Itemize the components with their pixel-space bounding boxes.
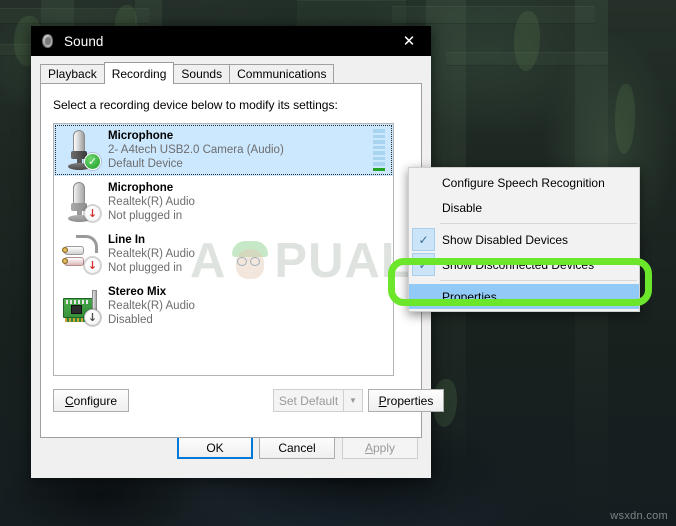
tab-sounds[interactable]: Sounds (173, 64, 231, 83)
device-list-item-stereo-mix[interactable]: ↓ Stereo Mix Realtek(R) Audio Disabled (54, 280, 393, 332)
checkmark-icon: ✓ (412, 228, 435, 251)
device-status: Default Device (108, 158, 183, 170)
device-driver: Realtek(R) Audio (108, 248, 195, 260)
properties-button-label-rest: roperties (386, 393, 434, 408)
device-name: Stereo Mix (108, 286, 167, 298)
menu-separator (440, 223, 637, 224)
configure-accel: C (64, 393, 74, 408)
device-driver: 2- A4tech USB2.0 Camera (Audio) (108, 144, 284, 156)
device-name: Microphone (108, 182, 174, 194)
menu-item-label: Show Disconnected Devices (442, 257, 595, 272)
checkmark-icon: ✓ (412, 253, 435, 276)
instruction-text: Select a recording device below to modif… (53, 98, 338, 112)
device-status: Not plugged in (108, 262, 183, 274)
tab-communications[interactable]: Communications (229, 64, 335, 83)
tab-playback[interactable]: Playback (40, 64, 105, 83)
tab-strip: Playback Recording Sounds Communications (40, 62, 431, 84)
context-menu: Configure Speech Recognition Disable ✓ S… (408, 167, 640, 312)
menu-item-disable[interactable]: Disable (409, 195, 639, 220)
device-driver: Realtek(R) Audio (108, 196, 195, 208)
close-icon[interactable]: ✕ (387, 26, 431, 56)
down-arrow-red-badge: ↓ (84, 257, 101, 274)
menu-item-label: Configure Speech Recognition (442, 175, 605, 190)
device-list[interactable]: ✓ Microphone 2- A4tech USB2.0 Camera (Au… (53, 123, 394, 376)
microphone-icon: ↓ (60, 180, 102, 224)
apply-accel: A (364, 440, 373, 455)
ok-button[interactable]: OK (177, 436, 253, 459)
set-default-button: Set Default (273, 389, 344, 412)
properties-accel: P (378, 393, 387, 408)
recording-tab-panel: Select a recording device below to modif… (40, 83, 444, 438)
device-list-item-microphone-realtek[interactable]: ↓ Microphone Realtek(R) Audio Not plugge… (54, 176, 393, 228)
configure-button[interactable]: Configure (53, 389, 129, 412)
menu-item-properties[interactable]: Properties (409, 284, 639, 309)
down-arrow-gray-badge: ↓ (84, 309, 101, 326)
device-list-item-microphone-usb[interactable]: ✓ Microphone 2- A4tech USB2.0 Camera (Au… (54, 124, 393, 176)
set-default-group[interactable]: Set Default ▼ (273, 389, 363, 412)
pci-card-icon: ↓ (60, 284, 102, 328)
configure-button-label-rest: onfigure (73, 393, 118, 408)
window-title: Sound (64, 33, 104, 49)
microphone-icon: ✓ (60, 128, 102, 172)
device-name: Line In (108, 234, 146, 246)
title-bar: Sound ✕ (31, 26, 431, 56)
menu-item-show-disabled-devices[interactable]: ✓ Show Disabled Devices (409, 227, 639, 252)
device-name: Microphone (108, 130, 174, 142)
menu-item-label: Properties (442, 289, 497, 304)
properties-button[interactable]: Properties (368, 389, 444, 412)
check-badge: ✓ (84, 153, 101, 170)
apply-button: Apply (342, 436, 418, 459)
device-list-item-line-in[interactable]: ↓ Line In Realtek(R) Audio Not plugged i… (54, 228, 393, 280)
menu-separator (440, 280, 637, 281)
down-arrow-red-badge: ↓ (84, 205, 101, 222)
device-driver: Realtek(R) Audio (108, 300, 195, 312)
menu-item-label: Show Disabled Devices (442, 232, 569, 247)
menu-item-label: Disable (442, 200, 483, 215)
cancel-button[interactable]: Cancel (259, 436, 335, 459)
speaker-icon (40, 33, 56, 49)
menu-item-configure-speech-recognition[interactable]: Configure Speech Recognition (409, 170, 639, 195)
menu-item-show-disconnected-devices[interactable]: ✓ Show Disconnected Devices (409, 252, 639, 277)
tab-recording[interactable]: Recording (103, 62, 175, 84)
apply-button-label-rest: pply (373, 440, 396, 455)
device-status: Not plugged in (108, 210, 183, 222)
rca-cable-icon: ↓ (60, 232, 102, 276)
volume-meter (373, 129, 385, 171)
chevron-down-icon: ▼ (344, 389, 363, 412)
sound-dialog: Sound ✕ Playback Recording Sounds Commun… (31, 26, 444, 478)
device-status: Disabled (108, 314, 153, 326)
